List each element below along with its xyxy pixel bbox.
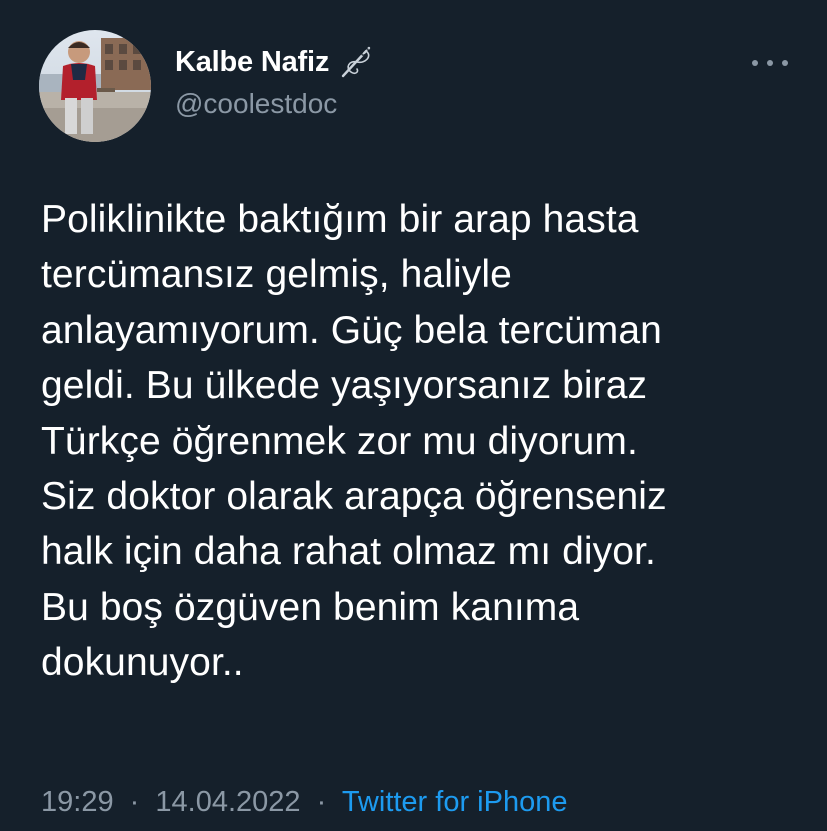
tweet-date[interactable]: 14.04.2022 [155, 786, 300, 818]
author-name-row[interactable]: Kalbe Nafiz [175, 42, 375, 82]
tweet-text: Poliklinikte baktığım bir arap hasta ter… [41, 198, 667, 685]
avatar[interactable] [39, 30, 151, 142]
separator: · [129, 786, 140, 818]
separator: · [316, 786, 327, 818]
more-options-button[interactable] [752, 52, 788, 74]
more-horizontal-icon [782, 60, 788, 66]
tweet-metadata: 19:29 · 14.04.2022 · Twitter for iPhone [41, 786, 567, 819]
tweet-time[interactable]: 19:29 [41, 786, 114, 818]
tweet-source-link[interactable]: Twitter for iPhone [342, 786, 568, 818]
more-horizontal-icon [767, 60, 773, 66]
display-name[interactable]: Kalbe Nafiz [175, 46, 329, 79]
tweet-card: Kalbe Nafiz @coolestdoc Poliklinikte bak… [0, 0, 827, 831]
needle-thread-icon [335, 42, 375, 82]
profile-photo-icon [39, 30, 151, 142]
author-handle[interactable]: @coolestdoc [175, 88, 337, 120]
more-horizontal-icon [752, 60, 758, 66]
